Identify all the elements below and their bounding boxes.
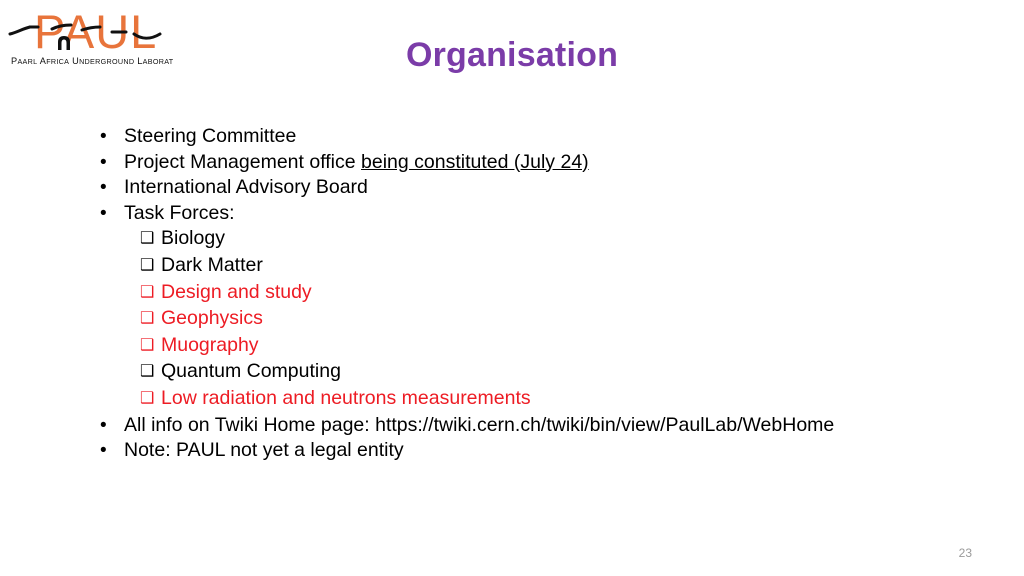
list-item: • All info on Twiki Home page: https://tw… bbox=[100, 413, 1000, 439]
list-item-label: Geophysics bbox=[161, 306, 263, 332]
list-item-text: Quantum Computing bbox=[161, 360, 341, 383]
bullet-list: • Steering Committee • Project Management o… bbox=[100, 124, 1000, 464]
list-item: ❑ Muography bbox=[100, 333, 1000, 360]
bullet-square-icon: ❑ bbox=[140, 336, 155, 354]
bullet-dot-icon: • bbox=[100, 202, 107, 224]
list-item: ❑ Design and study bbox=[100, 280, 1000, 307]
list-item-text: All info on Twiki Home page: https://twi… bbox=[124, 413, 835, 436]
page-number: 23 bbox=[958, 546, 972, 560]
list-item-label: Design and study bbox=[161, 280, 312, 306]
list-item-text: Design and study bbox=[161, 280, 312, 303]
list-item-label: Steering Committee bbox=[124, 124, 296, 150]
list-item: • International Advisory Board bbox=[100, 175, 1000, 201]
list-item: • Project Management office being constit… bbox=[100, 150, 1000, 176]
page-title: Organisation bbox=[405, 36, 619, 74]
list-item: ❑ Geophysics bbox=[100, 306, 1000, 333]
list-item-label: Biology bbox=[161, 226, 225, 252]
list-item-text: Dark Matter bbox=[161, 253, 263, 276]
list-item-text: Project Management office bbox=[124, 150, 362, 173]
bullet-dot-icon: • bbox=[100, 177, 107, 199]
bullet-dot-icon: • bbox=[100, 126, 107, 147]
list-item-text: Steering Committee bbox=[124, 125, 297, 147]
list-item: ❑ Low radiation and neutrons measurements bbox=[100, 386, 1000, 413]
bullet-dot-icon: • bbox=[100, 414, 107, 436]
list-item-label: All info on Twiki Home page: https://twi… bbox=[124, 413, 834, 439]
list-item-text: Note: PAUL not yet a legal entity bbox=[124, 439, 404, 462]
list-item-label: Project Management office being constitu… bbox=[124, 150, 589, 176]
list-item-text: International Advisory Board bbox=[124, 176, 368, 199]
list-item: • Steering Committee bbox=[100, 124, 1000, 150]
list-item-text: Task Forces: bbox=[124, 201, 235, 224]
list-item: • Note: PAUL not yet a legal entity bbox=[100, 438, 1000, 464]
list-item-label: Quantum Computing bbox=[161, 359, 341, 385]
bullet-square-icon: ❑ bbox=[140, 363, 155, 381]
bullet-square-icon: ❑ bbox=[140, 389, 155, 407]
list-item-label: Low radiation and neutrons measurements bbox=[161, 386, 531, 412]
list-item-label: Note: PAUL not yet a legal entity bbox=[124, 438, 404, 464]
bullet-dot-icon: • bbox=[100, 440, 107, 462]
list-item-label: Muography bbox=[161, 333, 259, 359]
bullet-square-icon: ❑ bbox=[140, 230, 155, 248]
list-item-text: Biology bbox=[161, 227, 225, 250]
bullet-dot-icon: • bbox=[100, 151, 107, 173]
list-item-label: Task Forces: bbox=[124, 201, 235, 227]
list-item: ❑ Dark Matter bbox=[100, 253, 1000, 280]
list-item-text: Geophysics bbox=[161, 307, 263, 330]
list-item-underlined-text: being constituted (July 24) bbox=[361, 150, 589, 173]
list-item: • Task Forces: bbox=[100, 201, 1000, 227]
list-item: ❑ Biology bbox=[100, 226, 1000, 253]
list-item: ❑ Quantum Computing bbox=[100, 359, 1000, 386]
list-item-label: Dark Matter bbox=[161, 253, 263, 279]
list-item-text: Muography bbox=[161, 333, 259, 356]
list-item-text: Low radiation and neutrons measurements bbox=[161, 386, 531, 409]
bullet-square-icon: ❑ bbox=[140, 283, 155, 301]
bullet-square-icon: ❑ bbox=[140, 256, 155, 274]
list-item-label: International Advisory Board bbox=[124, 175, 368, 201]
bullet-square-icon: ❑ bbox=[140, 310, 155, 328]
